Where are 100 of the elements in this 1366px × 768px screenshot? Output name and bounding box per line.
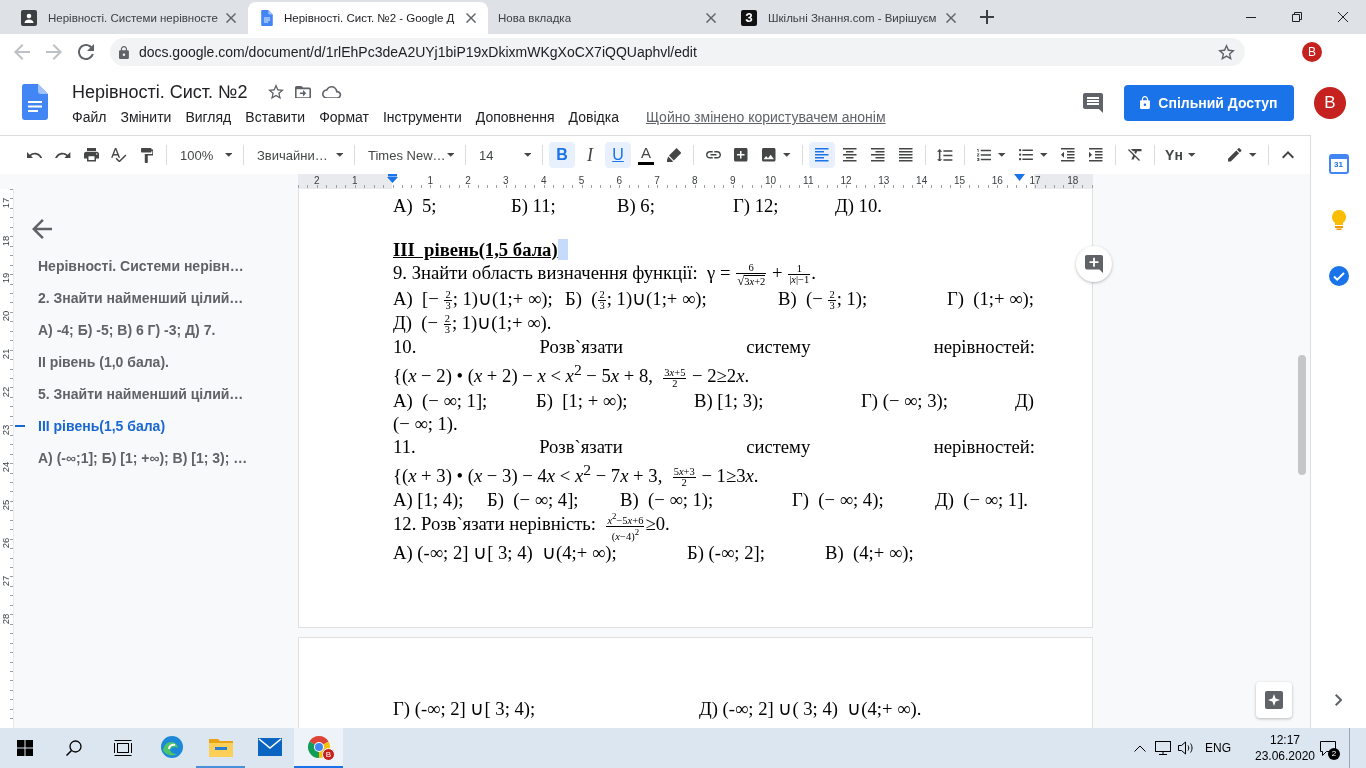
close-icon[interactable] <box>1338 12 1348 22</box>
speech-bubble-icon[interactable] <box>1320 740 1336 756</box>
clock-time[interactable]: 12:17 <box>1270 732 1300 748</box>
scrollbar-thumb[interactable] <box>1298 355 1306 475</box>
restore-icon[interactable] <box>1292 12 1302 22</box>
align-left-button[interactable] <box>809 142 835 168</box>
bold-button[interactable]: B <box>549 142 575 168</box>
menu-item[interactable]: Формат <box>312 105 376 129</box>
print-icon[interactable] <box>83 148 99 162</box>
task-view-icon[interactable] <box>113 740 132 756</box>
caret-icon[interactable] <box>783 153 791 157</box>
redo-icon[interactable] <box>55 151 71 159</box>
browser-tab[interactable]: З Шкільні Знання.com - Вирішуєм <box>728 2 968 34</box>
menu-item[interactable]: Змінити <box>113 105 179 129</box>
star-icon[interactable] <box>268 84 285 100</box>
chevron-up-icon[interactable] <box>1282 151 1294 159</box>
folder-arrow-icon[interactable] <box>295 85 312 99</box>
outline-item[interactable]: Нерівності. Системи нерівн… <box>14 250 298 282</box>
star-icon[interactable] <box>1218 43 1235 61</box>
search-icon[interactable] <box>65 740 82 756</box>
menu-item[interactable]: Довідка <box>561 105 626 129</box>
windows-logo-icon[interactable] <box>16 740 33 756</box>
last-edit-link[interactable]: Щойно змінено користувачем анонім <box>638 105 893 129</box>
edge-logo-icon[interactable] <box>159 735 184 759</box>
network-monitor-icon[interactable] <box>1155 741 1171 755</box>
menu-item[interactable]: Файл <box>65 105 114 129</box>
outline-item[interactable]: А) (-∞;1]; Б) [1; +∞); В) [1; 3); … <box>14 442 298 474</box>
minimize-icon[interactable] <box>1246 16 1256 18</box>
taskbar-button[interactable]: B <box>294 728 343 768</box>
document-title[interactable]: Нерівності. Сист. №2 <box>72 81 248 103</box>
section-heading: III рівень(1,5 бала) <box>393 238 558 261</box>
chevron-up-icon[interactable] <box>1134 744 1146 752</box>
outline-item[interactable]: А) -4; Б) -5; В) 6 Г) -3; Д) 7. <box>14 314 298 346</box>
link-icon[interactable] <box>705 151 721 159</box>
paint-roller-icon[interactable] <box>140 147 154 163</box>
back-arrow-icon[interactable] <box>32 219 52 239</box>
numbered-list-icon[interactable] <box>976 149 992 161</box>
explore-button[interactable] <box>1256 682 1292 718</box>
speaker-icon[interactable] <box>1178 741 1194 755</box>
increase-indent-icon[interactable] <box>1089 148 1103 162</box>
folder-icon[interactable] <box>208 737 233 757</box>
plus-icon[interactable] <box>980 10 994 24</box>
caret-icon[interactable] <box>1040 153 1048 157</box>
check-circle-icon[interactable] <box>1328 266 1349 286</box>
envelope-icon[interactable] <box>257 738 282 756</box>
indent-marker-icon[interactable] <box>387 174 398 183</box>
add-comment-icon <box>1085 255 1103 273</box>
input-tools-button[interactable]: Yн <box>1160 147 1188 163</box>
profile-avatar[interactable]: B <box>1302 42 1322 62</box>
outline-item[interactable]: 5. Знайти найменший цілий… <box>14 378 298 410</box>
ruler-number: 9 <box>729 175 736 186</box>
chrome-logo-icon[interactable] <box>306 735 331 759</box>
vertical-ruler[interactable]: 17 18 19 20 21 22 23 24 25 26 27 28 <box>0 189 14 728</box>
language-indicator[interactable]: ENG <box>1197 741 1239 755</box>
spellcheck-icon[interactable] <box>111 147 127 163</box>
close-icon[interactable] <box>465 12 476 24</box>
chevron-right-icon[interactable] <box>1334 694 1343 706</box>
menu-item[interactable]: Вигляд <box>178 105 239 129</box>
plus-box-icon[interactable] <box>734 148 748 162</box>
align-left-icon <box>815 148 829 162</box>
document-icon[interactable] <box>22 84 48 120</box>
cloud-icon[interactable] <box>322 85 342 99</box>
outline-item[interactable]: II рівень (1,0 бала). <box>14 346 298 378</box>
comment-icon[interactable] <box>1083 92 1103 113</box>
horizontal-ruler[interactable]: 2 1 1 2 3 4 5 6 7 8 9 10 11 12 13 14 15 16 17 18 <box>298 174 1093 189</box>
line-spacing-icon[interactable] <box>937 148 953 162</box>
caret-icon[interactable] <box>1188 153 1196 157</box>
undo-icon[interactable] <box>27 151 43 159</box>
share-button[interactable]: Спільний Доступ <box>1124 84 1294 121</box>
menu-item[interactable]: Вставити <box>238 105 313 129</box>
pencil-icon[interactable] <box>1228 148 1242 162</box>
browser-tab[interactable]: Нова вкладка <box>488 2 728 34</box>
caret-icon[interactable] <box>998 153 1006 157</box>
outline-item[interactable]: 2. Знайти найменший цілий… <box>14 282 298 314</box>
text-color-button[interactable]: A <box>633 142 659 168</box>
indent-marker-icon[interactable] <box>1014 174 1025 181</box>
font-size-dropdown[interactable]: 14 <box>471 141 537 169</box>
add-comment-button[interactable] <box>1076 246 1112 282</box>
menu-item[interactable]: Доповнення <box>468 105 562 129</box>
ruler-number: 24 <box>1 462 12 473</box>
italic-button[interactable]: I <box>577 142 603 168</box>
clear-formatting-icon[interactable] <box>1128 149 1142 161</box>
bulleted-list-icon[interactable] <box>1019 149 1033 161</box>
clock-date[interactable]: 23.06.2020 <box>1254 748 1316 764</box>
caret-icon[interactable] <box>1249 153 1257 157</box>
outline-item[interactable]: III рівень(1,5 бала) <box>14 410 298 442</box>
style-dropdown[interactable]: Звичайни… <box>249 141 349 169</box>
zoom-dropdown[interactable]: 100% <box>172 141 238 169</box>
browser-tab[interactable]: Нерівності. Сист. №2 - Google Д <box>248 2 488 34</box>
image-icon[interactable] <box>762 148 776 162</box>
reload-icon[interactable] <box>78 44 94 60</box>
menu-item[interactable]: Інструменти <box>375 105 469 129</box>
browser-tab[interactable]: Нерівності. Системи нерівносте <box>8 2 248 34</box>
font-dropdown[interactable]: Times New… <box>360 141 460 169</box>
profile-avatar[interactable]: B <box>1314 86 1346 119</box>
address-bar[interactable]: docs.google.com/document/d/1rlEhPc3deA2UYj1biP19xDkixmWKgXoCX7iQQUaphvl/edit <box>110 38 1245 66</box>
underline-button[interactable]: U <box>605 142 631 168</box>
decrease-indent-icon[interactable] <box>1061 148 1075 162</box>
marker-icon[interactable] <box>666 147 682 163</box>
calendar-button[interactable]: 31 <box>1328 154 1349 174</box>
